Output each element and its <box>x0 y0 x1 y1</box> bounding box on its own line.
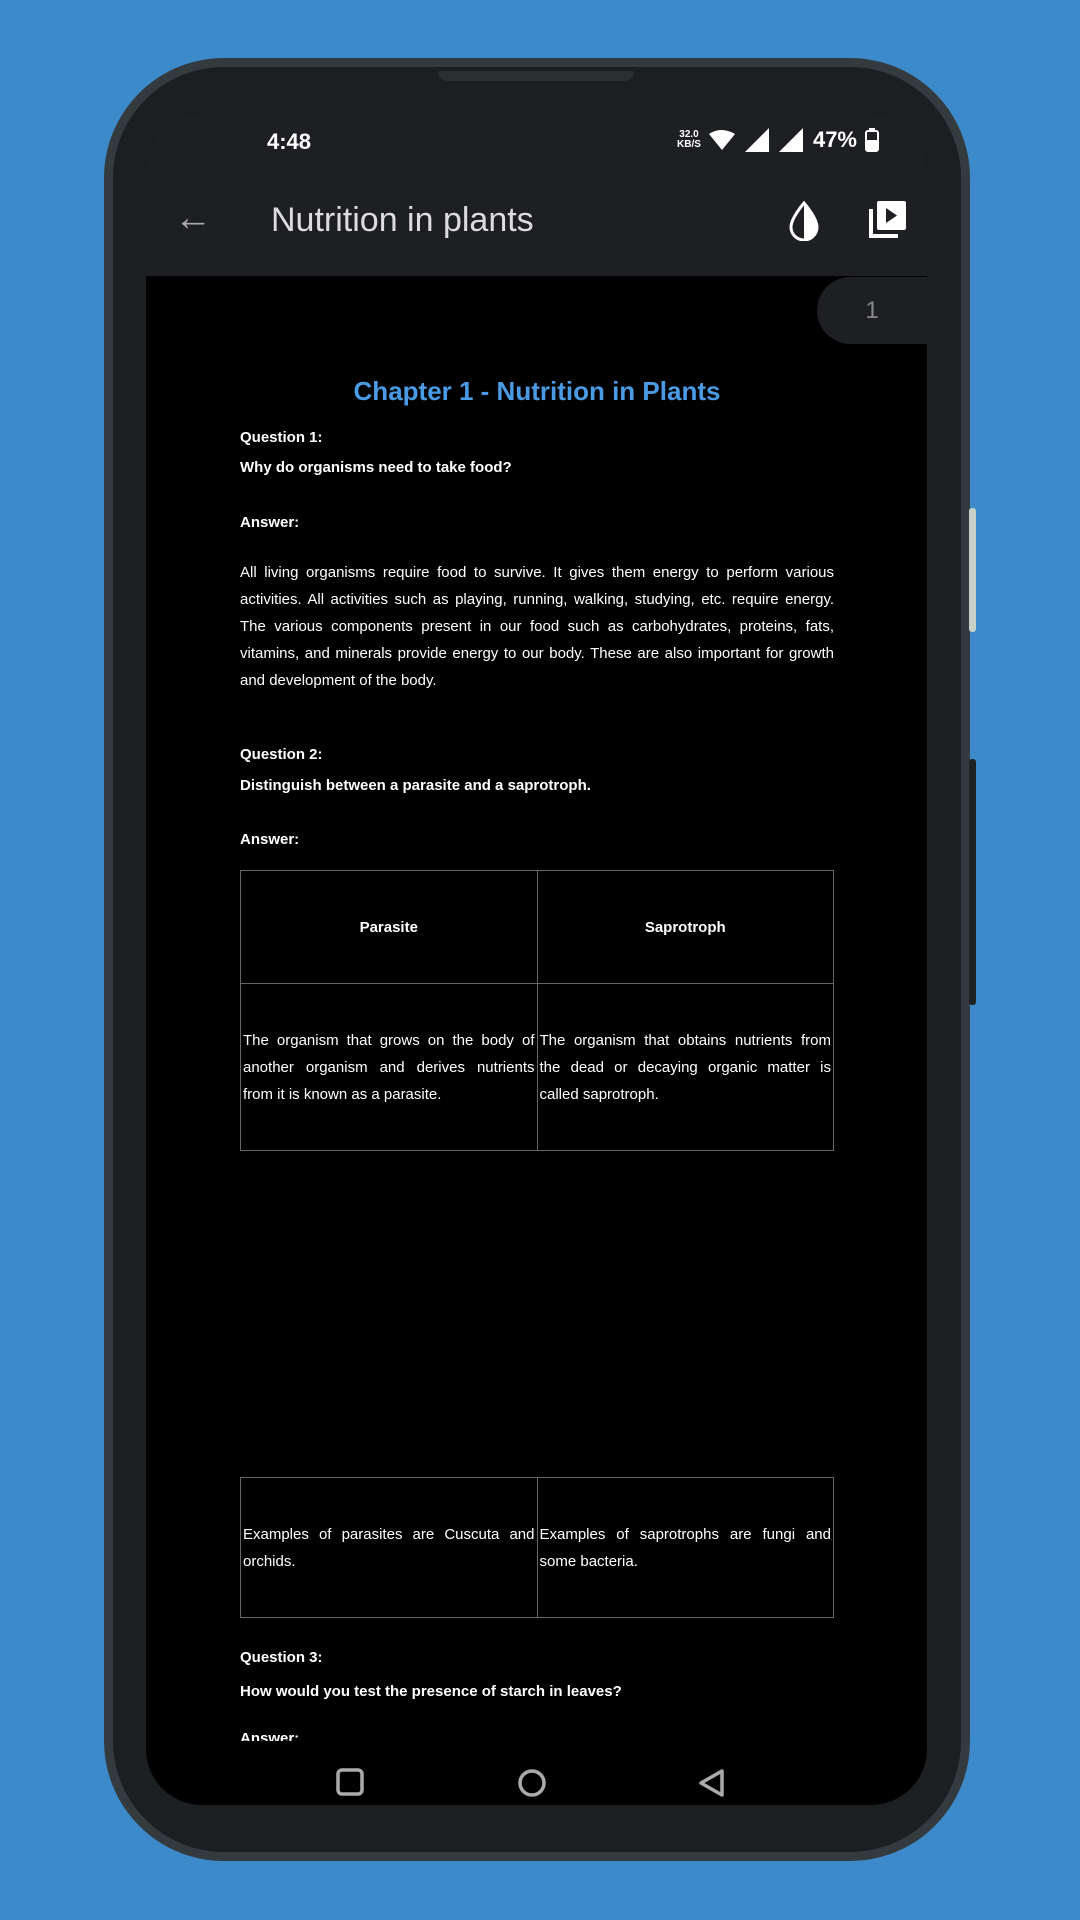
question-label: Question 3: <box>240 1649 323 1666</box>
answer-label: Answer: <box>240 831 300 848</box>
power-button <box>969 759 976 1005</box>
question-text: Why do organisms need to take food? <box>240 459 512 476</box>
comparison-table: Parasite Saprotroph The organism that gro… <box>240 870 834 1151</box>
chapter-title: Chapter 1 - Nutrition in Plants <box>353 376 721 406</box>
phone-notch <box>438 71 634 81</box>
table-cell: Examples of saprotrophs are fungi and so… <box>536 1477 834 1618</box>
table-cell: Examples of parasites are Cuscuta and or… <box>240 1477 538 1618</box>
status-time: 4:48 <box>267 129 312 154</box>
wifi-icon <box>708 130 735 150</box>
volume-button <box>969 508 976 632</box>
back-button[interactable]: ← <box>174 197 212 240</box>
table-cell: The organism that grows on the body of a… <box>240 983 538 1151</box>
table-cell: The organism that obtains nutrients from… <box>536 983 834 1151</box>
net-speed: 32.0 KB/S <box>677 129 701 150</box>
answer-text: All living organisms require food to sur… <box>240 564 834 689</box>
battery-percent: 47% <box>812 127 857 152</box>
home-circle-icon[interactable] <box>517 1768 547 1798</box>
table-header: Parasite <box>240 870 538 984</box>
back-triangle-icon[interactable] <box>698 1768 726 1798</box>
table-row: Examples of parasites are Cuscuta and or… <box>240 1477 834 1618</box>
question-label: Question 1: <box>240 429 323 446</box>
page-indicator: 1 <box>817 277 927 344</box>
battery-icon <box>865 128 879 152</box>
comparison-table-continued: Examples of parasites are Cuscuta and or… <box>240 1477 834 1618</box>
table-header-row: Parasite Saprotroph <box>240 870 834 984</box>
table-header: Saprotroph <box>536 870 834 984</box>
screen: 4:48 32.0 KB/S 47% ← Nutrition in plants … <box>146 113 927 1805</box>
question-label: Question 2: <box>240 746 323 763</box>
table-row: The organism that grows on the body of a… <box>240 983 834 1151</box>
question-text: How would you test the presence of starc… <box>240 1683 622 1700</box>
question-text: Distinguish between a parasite and a sap… <box>240 777 591 794</box>
signal-icon <box>744 128 769 152</box>
arrow-left-icon: ← <box>174 197 212 239</box>
status-icons: 32.0 KB/S 47% <box>677 127 879 153</box>
answer-label: Answer: <box>240 514 300 531</box>
page-title: Nutrition in plants <box>271 201 534 239</box>
invert-colors-icon[interactable] <box>789 201 819 241</box>
answer-label: Answer: <box>240 1730 300 1741</box>
recents-square-icon[interactable] <box>336 1768 364 1796</box>
slideshow-icon[interactable] <box>868 201 906 239</box>
signal-icon <box>778 128 803 152</box>
